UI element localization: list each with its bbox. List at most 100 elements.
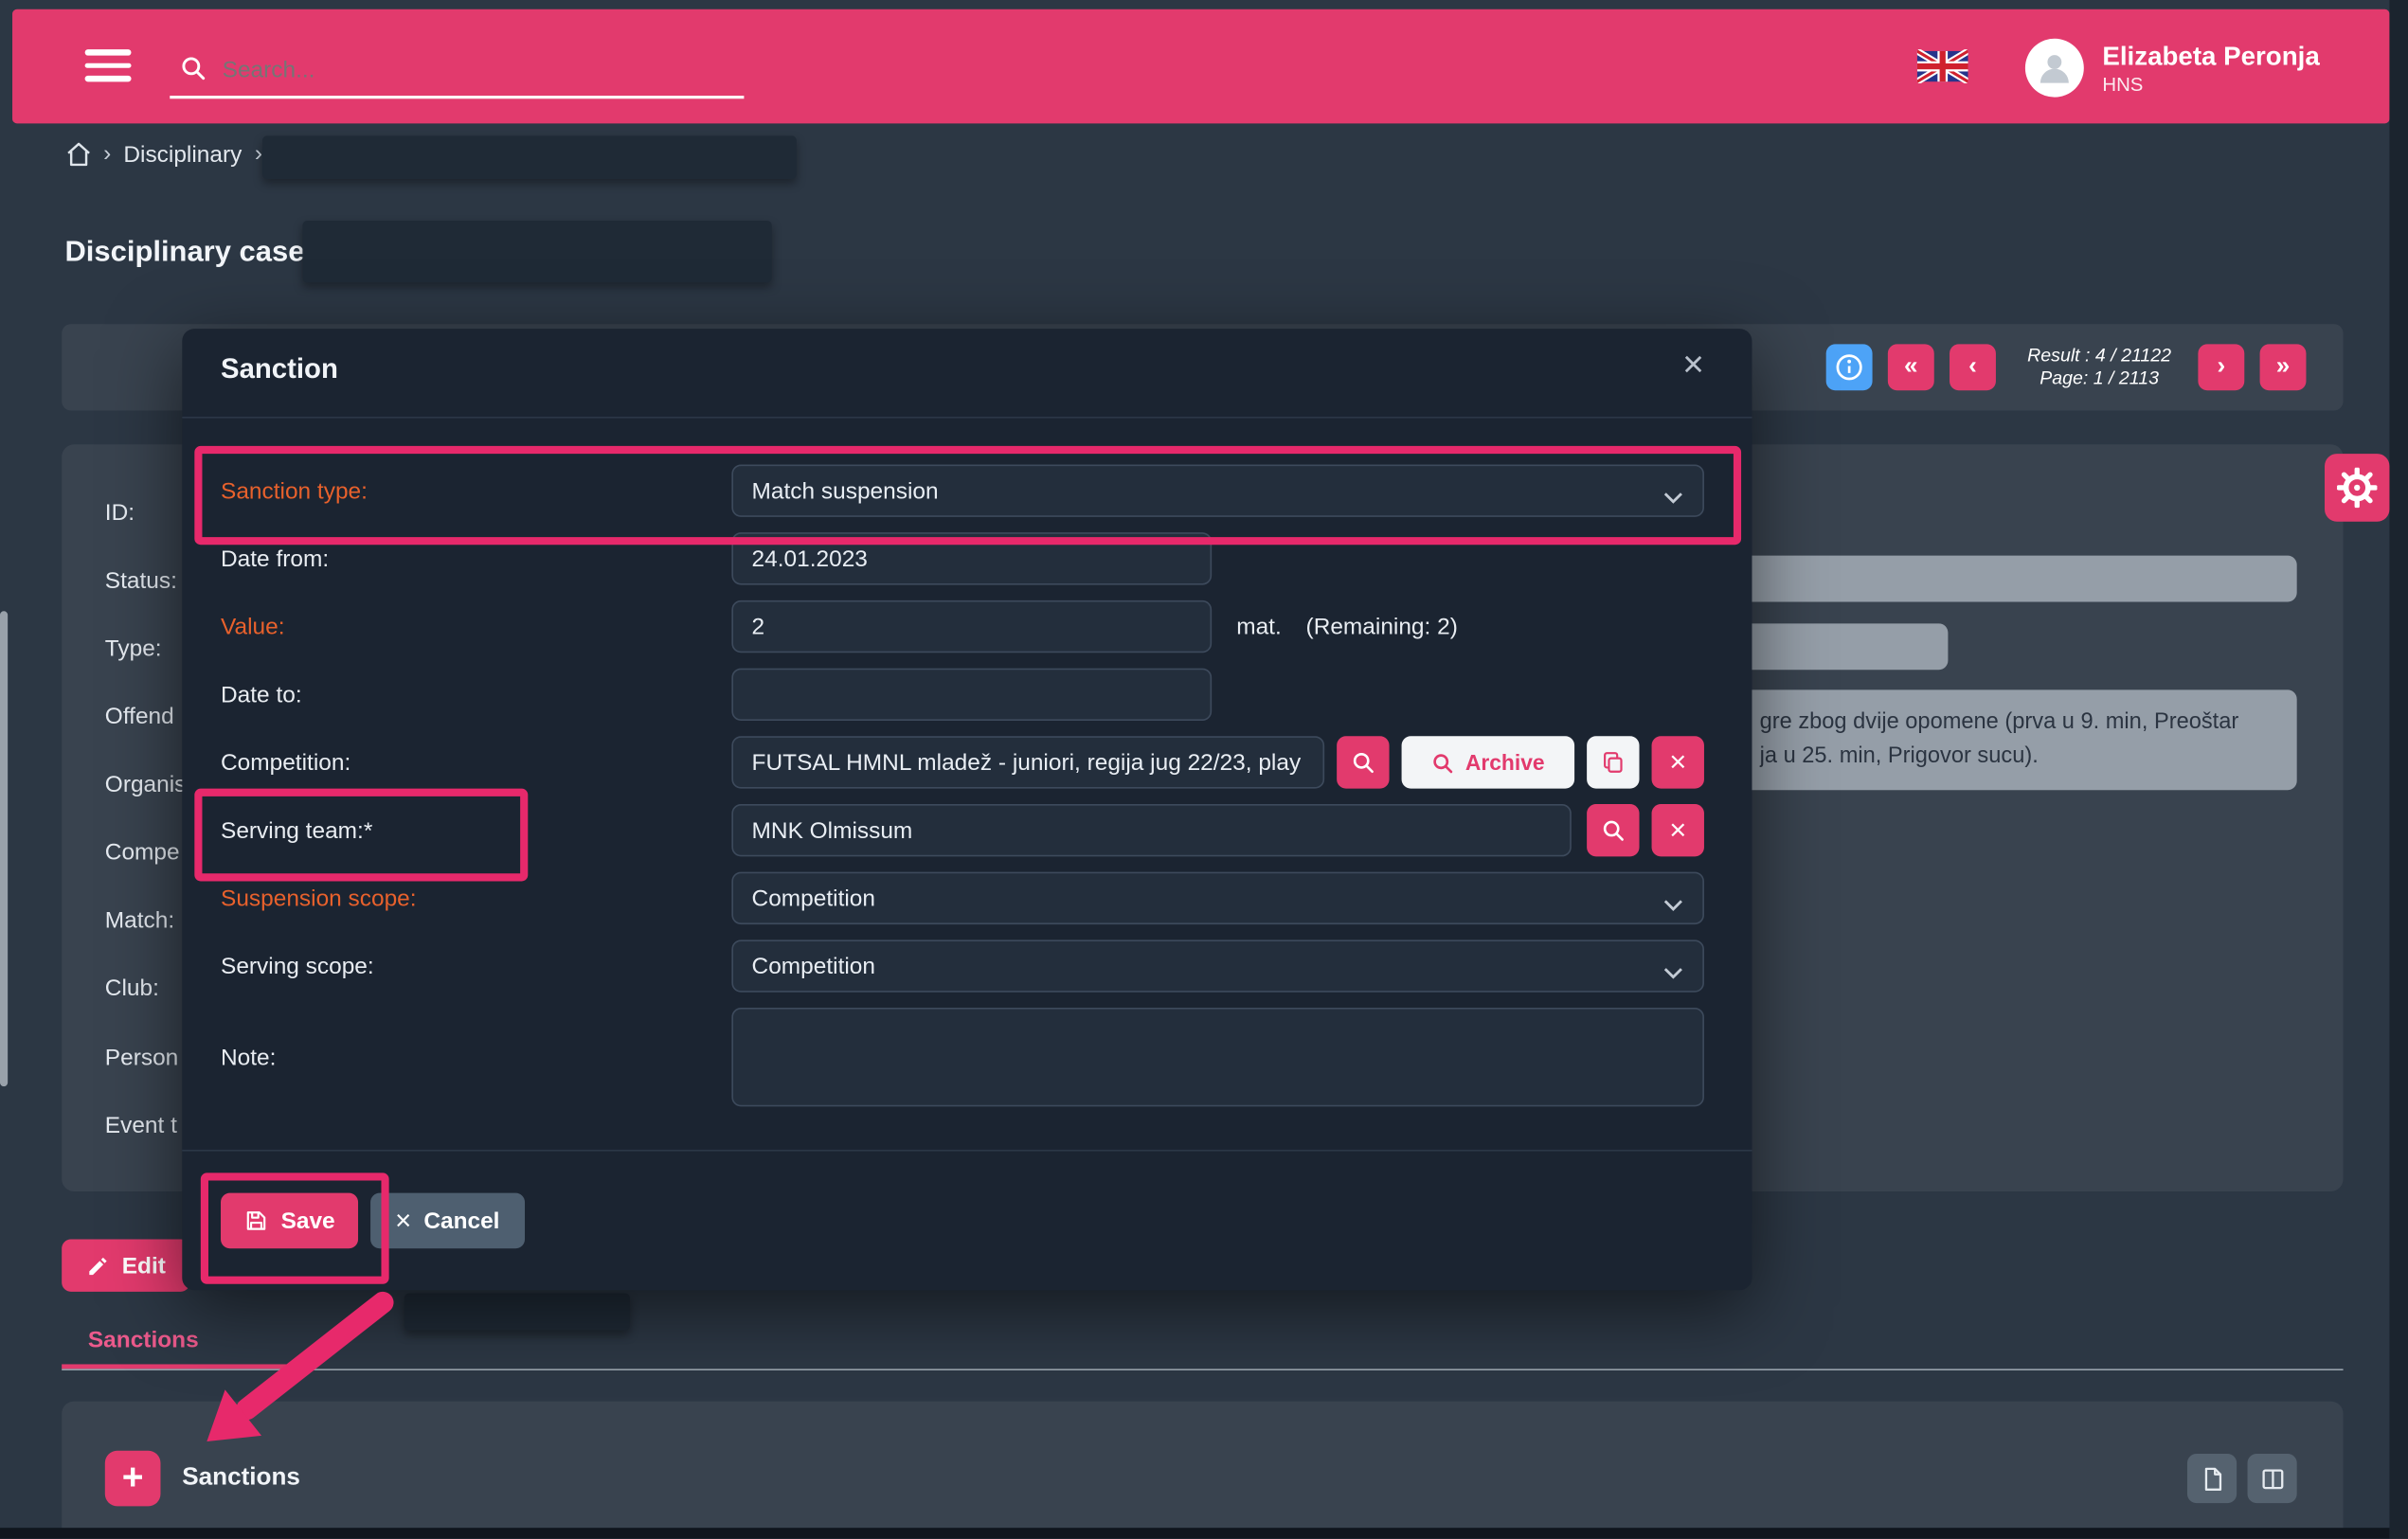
hamburger-menu-button[interactable] — [85, 49, 132, 81]
sanction-modal: Sanction × Sanction type: Match suspensi… — [182, 329, 1752, 1290]
detail-label-offender: Offend — [105, 701, 174, 732]
info-icon — [1834, 352, 1865, 384]
columns-button[interactable] — [2248, 1454, 2297, 1503]
tab-sanctions[interactable]: Sanctions — [88, 1327, 199, 1353]
add-sanction-button[interactable]: + — [105, 1451, 161, 1507]
language-flag-uk-icon[interactable] — [1917, 49, 1968, 83]
note-textarea[interactable] — [731, 1008, 1704, 1106]
sanction-type-label: Sanction type: — [221, 464, 368, 516]
detail-label-status: Status: — [105, 564, 177, 596]
sanctions-section-title: Sanctions — [182, 1464, 300, 1492]
serving-team-clear-button[interactable]: × — [1652, 804, 1704, 856]
note-label: Note: — [221, 1008, 276, 1106]
detail-label-person: Person — [105, 1042, 178, 1073]
breadcrumb-separator: › — [103, 140, 111, 167]
suspension-scope-label: Suspension scope: — [221, 872, 417, 924]
info-button[interactable] — [1826, 344, 1873, 390]
person-icon — [2035, 48, 2075, 88]
date-from-input[interactable] — [731, 532, 1212, 584]
breadcrumb-redacted-item — [262, 135, 797, 179]
detail-label-match: Match: — [105, 904, 174, 936]
close-icon: × — [1669, 815, 1686, 845]
pager-first-button[interactable]: « — [1888, 344, 1934, 390]
serving-team-search-button[interactable] — [1587, 804, 1639, 856]
value-input[interactable] — [731, 600, 1212, 653]
save-button[interactable]: Save — [221, 1193, 358, 1249]
export-button[interactable] — [2187, 1454, 2237, 1503]
serving-scope-value: Competition — [752, 953, 875, 979]
detail-note-line: ja u 25. min, Prigovor sucu). — [1760, 740, 2279, 774]
serving-scope-label: Serving scope: — [221, 940, 374, 992]
competition-input[interactable] — [731, 736, 1324, 788]
cancel-button[interactable]: × Cancel — [370, 1193, 524, 1249]
page-title: Disciplinary case — [64, 236, 304, 270]
value-unit: mat. — [1236, 600, 1282, 653]
copy-icon — [1601, 750, 1626, 775]
pager-last-button[interactable]: » — [2260, 344, 2307, 390]
serving-scope-select[interactable]: Competition — [731, 940, 1704, 992]
search-icon — [179, 54, 207, 81]
edit-button-label: Edit — [122, 1252, 166, 1279]
sanction-type-value: Match suspension — [752, 477, 939, 504]
settings-button[interactable] — [2325, 454, 2389, 522]
suspension-scope-select[interactable]: Competition — [731, 872, 1704, 924]
user-org: HNS — [2102, 74, 2143, 96]
competition-clear-button[interactable]: × — [1652, 736, 1704, 788]
detail-label-competition: Compe — [105, 836, 180, 868]
left-scrollbar-thumb[interactable] — [0, 611, 8, 1086]
close-icon: × — [395, 1207, 411, 1234]
save-button-label: Save — [281, 1208, 335, 1234]
competition-search-button[interactable] — [1337, 736, 1389, 788]
edit-button[interactable]: Edit — [62, 1239, 190, 1291]
right-scrollbar-track[interactable] — [2389, 0, 2408, 1539]
chevron-down-icon — [1662, 891, 1684, 905]
search-icon — [1431, 751, 1454, 774]
pager-result-count: Result : 4 / 21122 — [2001, 344, 2199, 367]
pager-next-button[interactable]: › — [2198, 344, 2244, 390]
save-icon — [243, 1208, 268, 1233]
breadcrumb-separator: › — [255, 140, 262, 167]
columns-icon — [2259, 1465, 2286, 1492]
detail-label-id: ID: — [105, 497, 135, 528]
pager-prev-button[interactable]: ‹ — [1950, 344, 1996, 390]
detail-label-organisation: Organis — [105, 768, 187, 799]
user-name: Elizabeta Peronja — [2102, 42, 2319, 73]
detail-note-box: gre zbog dvije opomene (prva u 9. min, P… — [1698, 689, 2296, 790]
tabs-divider — [62, 1369, 2343, 1370]
pencil-icon — [86, 1254, 109, 1277]
modal-footer-divider — [182, 1150, 1752, 1152]
document-export-icon — [2199, 1465, 2225, 1492]
competition-copy-button[interactable] — [1587, 736, 1639, 788]
modal-header-divider — [182, 417, 1752, 419]
avatar[interactable] — [2025, 39, 2084, 98]
page-title-redacted — [302, 221, 771, 282]
breadcrumb-item-disciplinary[interactable]: Disciplinary — [123, 142, 242, 169]
breadcrumb: › Disciplinary › — [0, 133, 2389, 182]
search-underline — [170, 96, 744, 98]
value-label: Value: — [221, 600, 284, 653]
sanctions-section: + Sanctions — [62, 1402, 2343, 1539]
table-header-strip — [0, 1528, 2389, 1538]
pager-status: Result : 4 / 21122 Page: 1 / 2113 — [2001, 344, 2199, 390]
value-remaining: (Remaining: 2) — [1306, 600, 1458, 653]
serving-team-label: Serving team:* — [221, 804, 372, 856]
search-icon — [1351, 750, 1375, 775]
home-icon[interactable] — [64, 140, 92, 168]
sanction-type-select[interactable]: Match suspension — [731, 464, 1704, 516]
modal-close-button[interactable]: × — [1682, 348, 1704, 385]
search-input[interactable] — [219, 46, 734, 93]
date-to-label: Date to: — [221, 669, 302, 721]
detail-label-club: Club: — [105, 973, 159, 1004]
pager-page-count: Page: 1 / 2113 — [2001, 367, 2199, 390]
competition-archive-button[interactable]: Archive — [1402, 736, 1575, 788]
redacted-tab — [404, 1294, 630, 1331]
date-from-label: Date from: — [221, 532, 329, 584]
serving-team-input[interactable] — [731, 804, 1571, 856]
detail-label-type: Type: — [105, 633, 162, 664]
hamburger-icon — [85, 49, 132, 55]
page: Elizabeta Peronja HNS › Disciplinary › D… — [0, 0, 2408, 1539]
competition-label: Competition: — [221, 736, 350, 788]
archive-button-label: Archive — [1465, 750, 1545, 775]
chevron-down-icon — [1662, 484, 1684, 498]
date-to-input[interactable] — [731, 669, 1212, 721]
